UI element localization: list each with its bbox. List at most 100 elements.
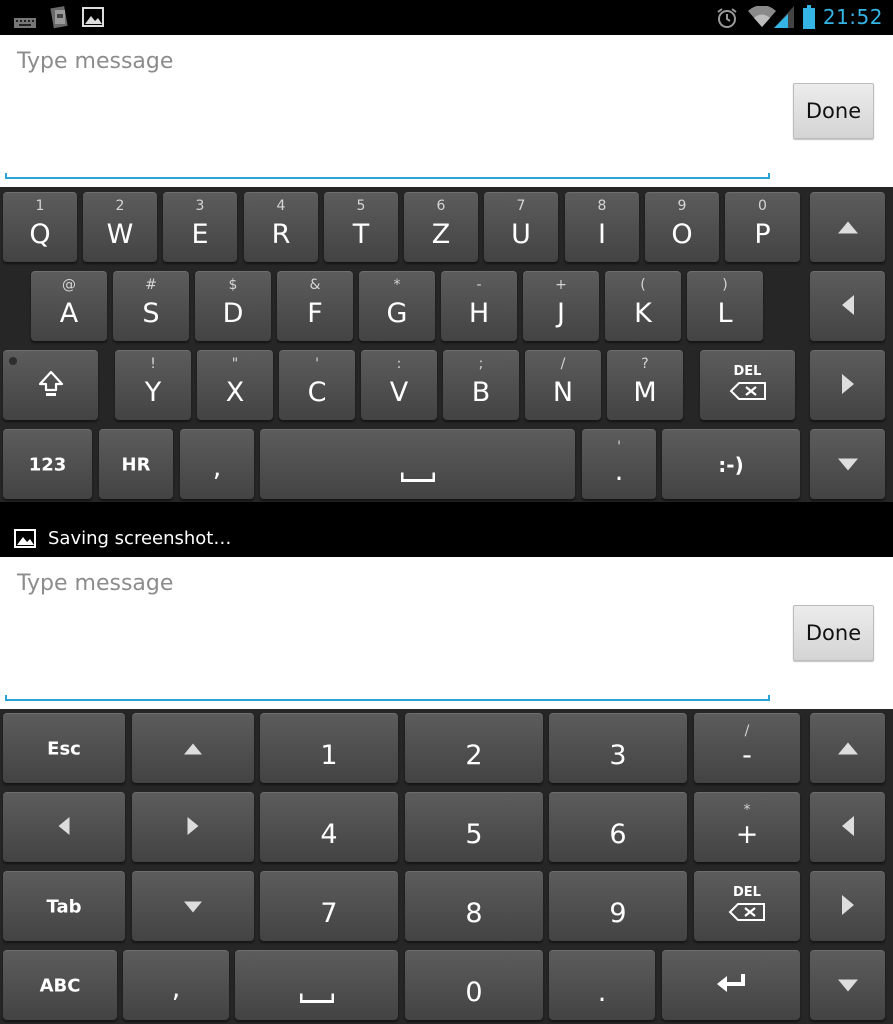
arrow-right-icon xyxy=(187,816,199,839)
delete-key[interactable]: DEL xyxy=(700,350,795,420)
delete-label: DEL xyxy=(733,885,761,900)
key-m[interactable]: ? M xyxy=(607,350,683,420)
key-3[interactable]: 3 xyxy=(549,713,687,783)
key-c[interactable]: ' C xyxy=(279,350,355,420)
language-key[interactable]: HR xyxy=(99,429,173,499)
minus-key[interactable]: / - xyxy=(694,713,800,783)
key-n[interactable]: / N xyxy=(525,350,601,420)
screenshot-notification: Saving screenshot… xyxy=(0,520,893,557)
notification-text: Saving screenshot… xyxy=(48,528,232,549)
smiley-key[interactable]: :-) xyxy=(662,429,800,499)
done-button[interactable]: Done xyxy=(793,83,874,139)
key-w[interactable]: 2W xyxy=(83,192,157,262)
key-5[interactable]: 5 xyxy=(405,792,543,862)
done-button[interactable]: Done xyxy=(793,605,874,661)
battery-icon xyxy=(803,5,815,33)
input-underline xyxy=(5,695,770,701)
key-h[interactable]: -H xyxy=(441,271,517,341)
enter-key[interactable] xyxy=(662,950,800,1020)
backspace-icon xyxy=(729,382,767,404)
plus-key[interactable]: * + xyxy=(694,792,800,862)
key-x[interactable]: " X xyxy=(197,350,273,420)
keyboard-icon xyxy=(14,13,36,32)
arrow-down-icon xyxy=(837,976,858,995)
key-l[interactable]: ) L xyxy=(687,271,763,341)
message-editor-bottom: Type message Done xyxy=(0,557,893,709)
cursor-down-key[interactable] xyxy=(132,871,254,941)
key-b[interactable]: ; B xyxy=(443,350,519,420)
wifi-icon xyxy=(748,5,776,32)
shift-key[interactable] xyxy=(3,350,98,420)
key-y[interactable]: ! Y xyxy=(115,350,191,420)
key-j[interactable]: + J xyxy=(523,271,599,341)
arrow-right-key[interactable] xyxy=(810,871,885,941)
arrow-down-key[interactable] xyxy=(810,950,885,1020)
cursor-left-key[interactable] xyxy=(3,792,125,862)
space-key[interactable] xyxy=(235,950,398,1020)
space-icon xyxy=(400,468,435,487)
arrow-left-icon xyxy=(841,815,854,840)
esc-key[interactable]: Esc xyxy=(3,713,125,783)
arrow-down-key[interactable] xyxy=(810,429,885,499)
key-r[interactable]: 4R xyxy=(244,192,318,262)
cursor-right-key[interactable] xyxy=(132,792,254,862)
alarm-icon xyxy=(716,7,738,33)
abc-key[interactable]: ABC xyxy=(3,950,117,1020)
comma-key[interactable]: , xyxy=(123,950,229,1020)
arrow-up-icon xyxy=(837,739,858,758)
key-e[interactable]: 3E xyxy=(163,192,237,262)
arrow-left-key[interactable] xyxy=(810,792,885,862)
delete-key[interactable]: DEL xyxy=(694,871,800,941)
app-icon xyxy=(50,5,70,33)
arrow-right-key[interactable] xyxy=(810,350,885,420)
key-a[interactable]: @ A xyxy=(31,271,107,341)
space-key[interactable] xyxy=(260,429,575,499)
key-u[interactable]: 7U xyxy=(484,192,558,262)
key-f[interactable]: & F xyxy=(277,271,353,341)
image-icon xyxy=(82,7,104,31)
arrow-up-key[interactable] xyxy=(810,713,885,783)
key-k[interactable]: (K xyxy=(605,271,681,341)
key-1[interactable]: 1 xyxy=(260,713,398,783)
period-key[interactable]: . xyxy=(549,950,655,1020)
key-4[interactable]: 4 xyxy=(260,792,398,862)
message-input-placeholder[interactable]: Type message xyxy=(17,49,173,74)
key-p[interactable]: 0P xyxy=(725,192,800,262)
key-v[interactable]: :V xyxy=(361,350,437,420)
key-s[interactable]: # S xyxy=(113,271,189,341)
keyboard-qwertz: 1Q 2W 3E 4R 5T 6Z 7U 8I 9O 0P @ A # S $ D &… xyxy=(0,187,893,502)
comma-key[interactable]: , xyxy=(180,429,254,499)
key-o[interactable]: 9O xyxy=(645,192,719,262)
key-g[interactable]: * G xyxy=(359,271,435,341)
arrow-right-icon xyxy=(841,373,854,398)
key-i[interactable]: 8I xyxy=(565,192,639,262)
arrow-left-icon xyxy=(58,816,70,839)
arrow-up-key[interactable] xyxy=(810,192,885,262)
key-q[interactable]: 1Q xyxy=(3,192,77,262)
input-underline xyxy=(5,173,770,179)
key-z[interactable]: 6Z xyxy=(404,192,478,262)
tab-key[interactable]: Tab xyxy=(3,871,125,941)
delete-label: DEL xyxy=(733,364,762,379)
arrow-left-icon xyxy=(841,294,854,319)
key-9[interactable]: 9 xyxy=(549,871,687,941)
key-0[interactable]: 0 xyxy=(405,950,543,1020)
keyboard-numpad: Esc 1 2 3 /- 4 5 6 * + Tab 7 8 9 DEL ABC … xyxy=(0,709,893,1024)
status-bar: 21:52 xyxy=(0,0,893,35)
arrow-left-key[interactable] xyxy=(810,271,885,341)
message-input-placeholder[interactable]: Type message xyxy=(17,571,173,596)
numbers-key[interactable]: 123 xyxy=(3,429,92,499)
key-t[interactable]: 5T xyxy=(324,192,398,262)
key-7[interactable]: 7 xyxy=(260,871,398,941)
arrow-up-icon xyxy=(837,218,858,237)
space-icon xyxy=(299,989,334,1008)
key-6[interactable]: 6 xyxy=(549,792,687,862)
key-d[interactable]: $ D xyxy=(195,271,271,341)
clock: 21:52 xyxy=(822,5,883,29)
key-8[interactable]: 8 xyxy=(405,871,543,941)
enter-icon xyxy=(715,972,747,1000)
period-key[interactable]: '. xyxy=(582,429,656,499)
cursor-up-key[interactable] xyxy=(132,713,254,783)
image-icon xyxy=(14,529,36,553)
key-2[interactable]: 2 xyxy=(405,713,543,783)
